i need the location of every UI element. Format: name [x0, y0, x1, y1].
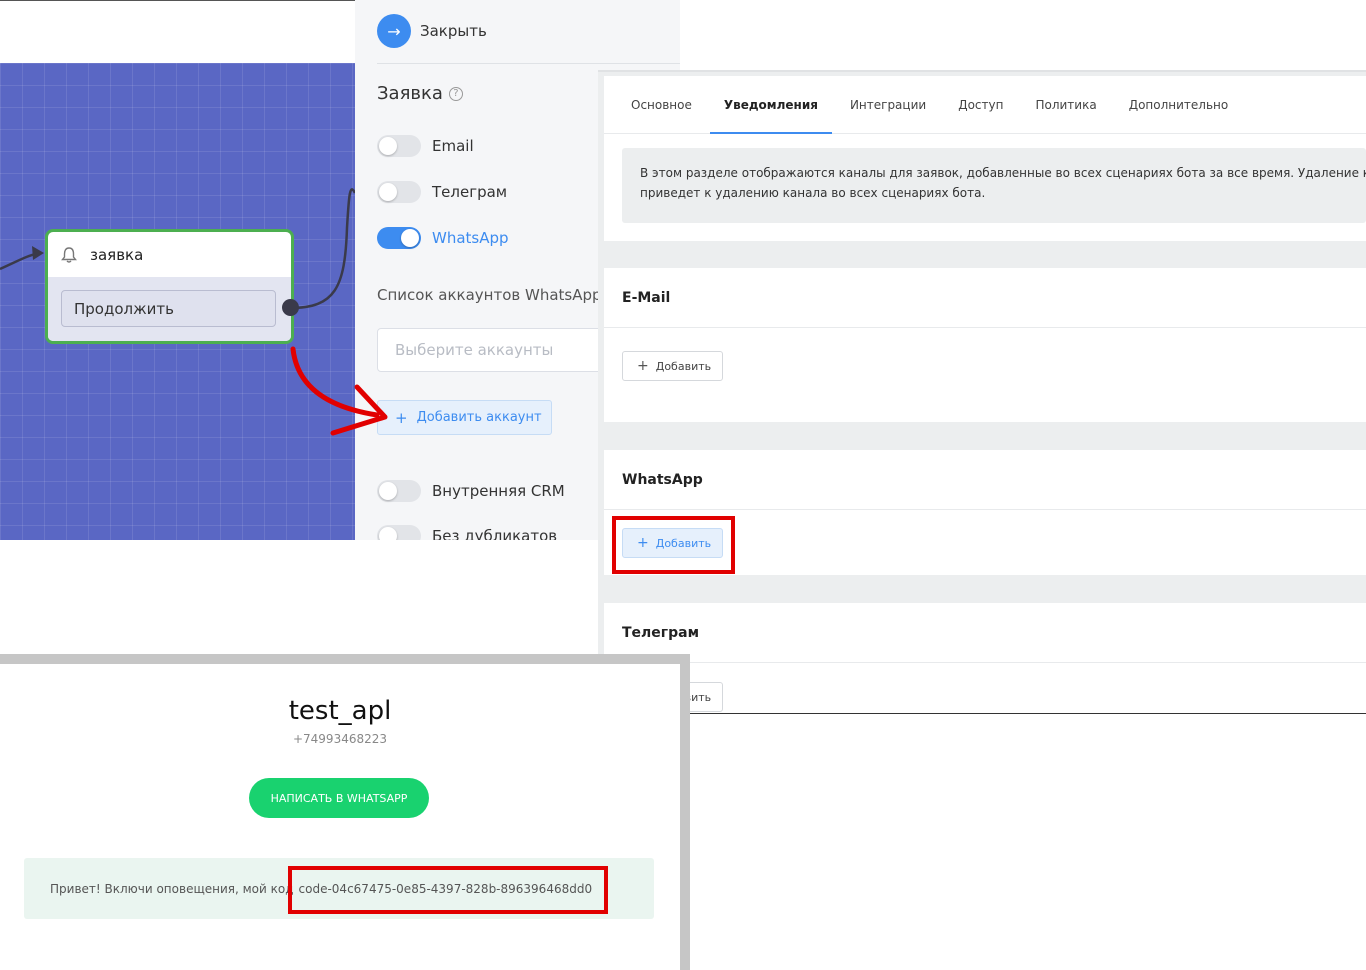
tab-main[interactable]: Основное [631, 76, 692, 134]
close-button[interactable]: → Закрыть [377, 14, 487, 48]
section-title: E-Mail [604, 268, 1366, 328]
whatsapp-accounts-label: Список аккаунтов WhatsApp [377, 286, 602, 304]
internal-crm-toggle[interactable] [377, 480, 421, 502]
toggle-label: Без дубликатов [432, 527, 558, 540]
plus-icon: + [637, 358, 649, 374]
toggle-label: Внутренняя CRM [432, 482, 565, 500]
toggle-label: Email [432, 137, 474, 155]
panel-divider [377, 63, 680, 64]
flow-node-request[interactable]: заявка Продолжить [45, 229, 294, 344]
bot-phone: +74993468223 [292, 732, 388, 746]
settings-bottom-line [598, 713, 1366, 714]
message-prefix: Привет! Включи оповещения, мой код [50, 881, 294, 896]
add-label: Добавить [655, 359, 712, 373]
telegram-toggle[interactable] [377, 181, 421, 203]
toggle-row-internal-crm[interactable]: Внутренняя CRM [377, 480, 565, 502]
annotation-arrow [290, 346, 388, 436]
annotation-highlight-whatsapp-add [612, 516, 735, 574]
bell-icon [61, 246, 77, 263]
info-card: В этом разделе отображаются каналы для з… [604, 134, 1366, 241]
toggle-row-email[interactable]: Email [377, 135, 474, 157]
email-toggle[interactable] [377, 135, 421, 157]
toggle-row-no-duplicates[interactable]: Без дубликатов [377, 525, 557, 540]
toggle-knob [379, 527, 397, 540]
bot-profile-page: test_apl +74993468223 НАПИСАТЬ В WHATSAP… [0, 664, 680, 970]
email-add-button[interactable]: + Добавить [622, 351, 723, 381]
close-label: Закрыть [420, 22, 487, 40]
info-message: В этом разделе отображаются каналы для з… [622, 148, 1366, 223]
info-line-2: приведет к удалению канала во всех сцена… [640, 186, 986, 200]
node-body: Продолжить [48, 277, 291, 341]
section-telegram: Телеграм + Добавить [604, 603, 1366, 714]
settings-tabs: Основное Уведомления Интеграции Доступ П… [604, 76, 1366, 134]
section-email: E-Mail + Добавить [604, 268, 1366, 422]
tab-access[interactable]: Доступ [958, 76, 1003, 134]
continue-button[interactable]: Продолжить [61, 290, 276, 327]
toggle-row-whatsapp[interactable]: WhatsApp [377, 227, 509, 249]
node-output-port[interactable] [282, 299, 299, 316]
annotation-highlight-code [288, 866, 608, 914]
tab-additional[interactable]: Дополнительно [1129, 76, 1229, 134]
tab-integrations[interactable]: Интеграции [850, 76, 926, 134]
toggle-label: WhatsApp [432, 229, 509, 247]
tab-policy[interactable]: Политика [1035, 76, 1096, 134]
plus-icon: + [395, 408, 408, 427]
tab-notifications[interactable]: Уведомления [709, 76, 833, 134]
bot-profile-window: test_apl +74993468223 НАПИСАТЬ В WHATSAP… [0, 654, 690, 970]
toggle-knob [379, 137, 397, 155]
bot-name: test_apl [288, 696, 392, 726]
node-title: заявка [90, 245, 144, 264]
toggle-knob [379, 482, 397, 500]
arrow-right-icon: → [377, 14, 411, 48]
write-in-whatsapp-button[interactable]: НАПИСАТЬ В WHATSAPP [249, 778, 429, 818]
info-line-1: В этом разделе отображаются каналы для з… [640, 166, 1366, 180]
toggle-knob [379, 183, 397, 201]
panel-title-text: Заявка [377, 83, 443, 104]
whatsapp-toggle[interactable] [377, 227, 421, 249]
toggle-row-telegram[interactable]: Телеграм [377, 181, 507, 203]
bot-settings-page: Основное Уведомления Интеграции Доступ П… [598, 70, 1366, 714]
node-header: заявка [48, 232, 291, 277]
panel-title: Заявка ? [377, 83, 463, 104]
help-icon[interactable]: ? [448, 86, 463, 101]
toggle-knob [401, 229, 419, 247]
settings-top-border [598, 70, 1366, 72]
no-duplicates-toggle[interactable] [377, 525, 421, 540]
add-account-button[interactable]: + Добавить аккаунт [377, 400, 552, 435]
section-title: Телеграм [604, 603, 1366, 663]
toggle-label: Телеграм [432, 183, 508, 201]
add-account-label: Добавить аккаунт [416, 410, 542, 425]
section-title: WhatsApp [604, 450, 1366, 510]
